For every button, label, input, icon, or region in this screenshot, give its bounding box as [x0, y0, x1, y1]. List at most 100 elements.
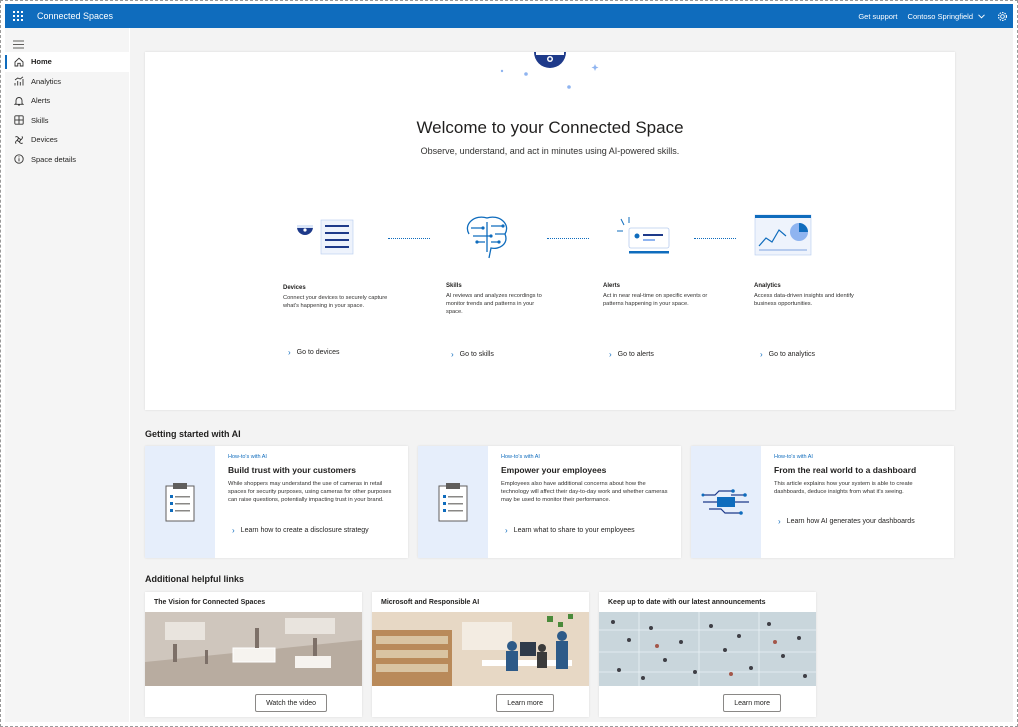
sidebar-item-label: Analytics	[31, 76, 62, 86]
step-skills: Skills AI reviews and analyzes recording…	[446, 283, 551, 316]
card-art	[691, 446, 761, 558]
card-art	[418, 446, 488, 558]
card-kicker: How-to's with AI	[501, 454, 540, 460]
card-art	[145, 446, 215, 558]
chevron-right-icon: ›	[232, 526, 235, 535]
info-icon	[13, 154, 24, 165]
get-support-link[interactable]: Get support	[858, 12, 897, 21]
step-title: Analytics	[754, 283, 781, 289]
crowd-image	[599, 612, 816, 686]
welcome-title: Welcome to your Connected Space	[416, 118, 684, 137]
card-title: Empower your employees	[501, 465, 607, 475]
location-selector[interactable]: Contoso Springfield	[908, 12, 985, 21]
go-to-alerts-link[interactable]: › Go to alerts	[609, 350, 654, 359]
go-to-analytics-link[interactable]: › Go to analytics	[760, 350, 815, 359]
bell-icon	[13, 95, 24, 106]
sidebar-item-label: Alerts	[31, 96, 51, 106]
card-title: From the real world to a dashboard	[774, 465, 917, 475]
analytics-icon	[13, 76, 24, 87]
watch-video-button[interactable]: Watch the video	[255, 694, 327, 712]
share-with-employees-link[interactable]: › Learn what to share to your employees	[505, 526, 635, 535]
connector-line	[388, 238, 430, 239]
step-title: Skills	[446, 283, 462, 289]
step-title: Alerts	[603, 283, 621, 289]
step-description: Access data-driven insights and identify…	[754, 293, 854, 307]
card-kicker: How-to's with AI	[228, 454, 267, 460]
clipboard-icon	[165, 483, 195, 522]
main-content: Welcome to your Connected Space Observe,…	[130, 28, 1013, 722]
connector-line	[694, 238, 736, 239]
chevron-right-icon: ›	[760, 350, 763, 359]
link-label: Learn what to share to your employees	[513, 527, 635, 534]
card-description: This article explains how your system is…	[774, 481, 913, 495]
link-card-title: Keep up to date with our latest announce…	[608, 599, 766, 606]
link-label: Go to skills	[459, 351, 494, 358]
step-devices: Devices Connect your devices to securely…	[283, 285, 388, 310]
sidebar: Home Analytics Alerts Skills Devices Spa…	[5, 28, 129, 722]
how-to-card-dashboard[interactable]: How-to's with AI From the real world to …	[691, 446, 954, 558]
sidebar-item-home[interactable]: Home	[5, 52, 129, 72]
camera-hero-icon	[500, 52, 599, 89]
link-card-title: Microsoft and Responsible AI	[381, 599, 480, 606]
helpful-links-heading: Additional helpful links	[145, 574, 244, 584]
sidebar-nav: Home Analytics Alerts Skills Devices Spa…	[5, 52, 129, 169]
skills-icon	[13, 115, 24, 126]
chevron-down-icon	[978, 13, 985, 19]
sidebar-item-label: Home	[31, 57, 52, 67]
welcome-panel: Welcome to your Connected Space Observe,…	[145, 52, 955, 410]
step-description: Connect your devices to securely capture…	[283, 295, 388, 309]
sidebar-item-label: Space details	[31, 154, 77, 164]
getting-started-heading: Getting started with AI	[145, 429, 241, 439]
chevron-right-icon: ›	[778, 517, 781, 526]
retail-store-image	[145, 612, 362, 686]
link-label: Learn how to create a disclosure strateg…	[240, 527, 369, 534]
learn-more-button[interactable]: Learn more	[723, 694, 781, 712]
step-description: Act in near real-time on specific events…	[603, 293, 708, 307]
sidebar-item-analytics[interactable]: Analytics	[5, 72, 129, 92]
chevron-right-icon: ›	[609, 350, 612, 359]
step-title: Devices	[283, 285, 306, 291]
sidebar-item-label: Devices	[31, 135, 58, 145]
card-description: While shoppers may understand the use of…	[228, 481, 392, 503]
step-analytics: Analytics Access data-driven insights an…	[754, 283, 859, 308]
hamburger-menu-icon[interactable]	[13, 36, 25, 49]
learn-more-button[interactable]: Learn more	[496, 694, 554, 712]
brain-illustration	[466, 216, 508, 259]
analytics-illustration	[754, 214, 812, 256]
link-label: Learn how AI generates your dashboards	[786, 518, 915, 525]
location-label: Contoso Springfield	[907, 11, 973, 21]
how-to-card-employees[interactable]: How-to's with AI Empower your employees …	[418, 446, 681, 558]
link-label: Go to analytics	[768, 351, 815, 358]
devices-illustration	[297, 219, 354, 255]
go-to-skills-link[interactable]: › Go to skills	[451, 350, 494, 359]
sidebar-item-devices[interactable]: Devices	[5, 130, 129, 150]
disclosure-strategy-link[interactable]: › Learn how to create a disclosure strate…	[232, 526, 369, 535]
link-label: Go to alerts	[617, 351, 654, 358]
go-to-devices-link[interactable]: › Go to devices	[288, 348, 339, 357]
chevron-right-icon: ›	[505, 526, 508, 535]
alert-illustration	[617, 217, 670, 254]
link-label: Go to devices	[296, 349, 340, 356]
sidebar-item-space-details[interactable]: Space details	[5, 150, 129, 170]
link-card-title: The Vision for Connected Spaces	[154, 599, 266, 606]
step-alerts: Alerts Act in near real-time on specific…	[603, 283, 708, 308]
how-to-card-trust[interactable]: How-to's with AI Build trust with your c…	[145, 446, 408, 558]
link-card-announcements: Keep up to date with our latest announce…	[599, 592, 816, 717]
waffle-icon[interactable]	[7, 4, 29, 28]
chevron-right-icon: ›	[288, 348, 291, 357]
sidebar-item-alerts[interactable]: Alerts	[5, 91, 129, 111]
sidebar-item-skills[interactable]: Skills	[5, 111, 129, 131]
card-description: Employees also have additional concerns …	[501, 481, 668, 503]
chevron-right-icon: ›	[451, 350, 454, 359]
home-icon	[13, 56, 24, 67]
circuit-icon	[701, 489, 749, 515]
top-bar: Connected Spaces Get support Contoso Spr…	[5, 4, 1013, 28]
gear-icon[interactable]	[995, 9, 1009, 23]
welcome-subtitle: Observe, understand, and act in minutes …	[420, 146, 680, 156]
app-title[interactable]: Connected Spaces	[37, 11, 113, 21]
link-card-responsible-ai: Microsoft and Responsible AI Learn more	[372, 592, 589, 717]
ai-dashboards-link[interactable]: › Learn how AI generates your dashboards	[778, 517, 915, 526]
sidebar-item-label: Skills	[31, 115, 49, 125]
connector-line	[547, 238, 589, 239]
card-title: Build trust with your customers	[228, 465, 356, 475]
